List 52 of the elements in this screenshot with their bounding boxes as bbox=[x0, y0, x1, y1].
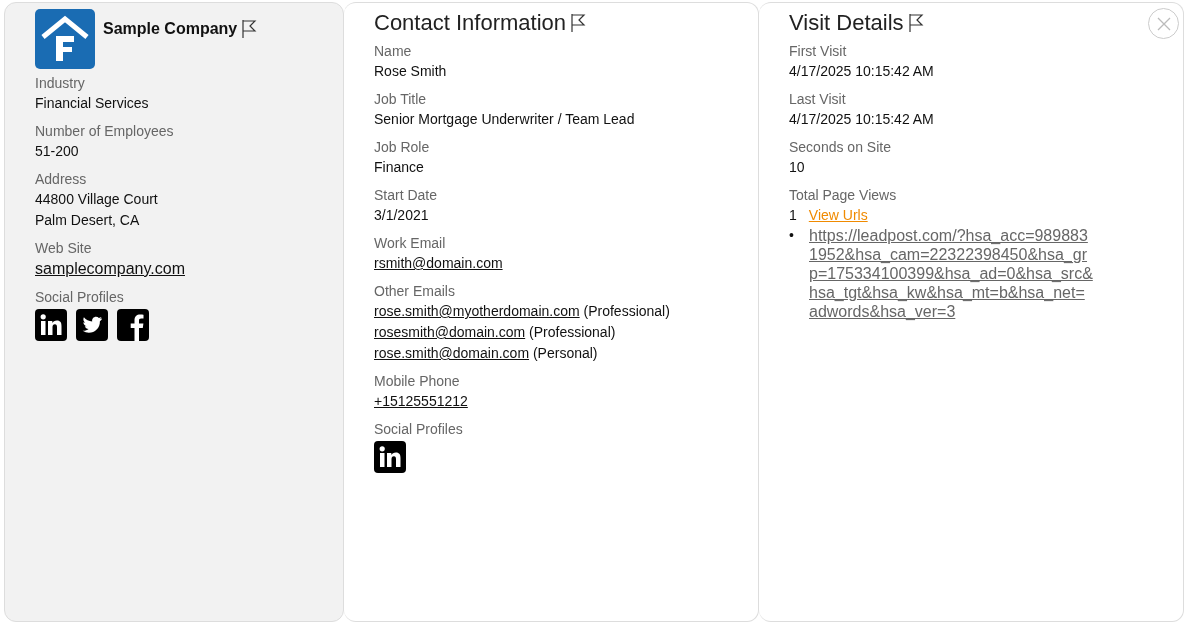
page-view-count: 1 bbox=[789, 207, 797, 223]
field-label: Address bbox=[35, 170, 88, 189]
twitter-icon[interactable] bbox=[76, 309, 108, 341]
email-type: (Professional) bbox=[529, 324, 616, 340]
field-label: Web Site bbox=[35, 239, 93, 258]
field-label: Industry bbox=[35, 74, 86, 93]
field-value: Financial Services bbox=[35, 94, 150, 113]
link[interactable]: rsmith@domain.com bbox=[374, 255, 503, 271]
link[interactable]: samplecompany.com bbox=[35, 260, 185, 277]
field-label: First Visit bbox=[789, 42, 848, 61]
field-label: Seconds on Site bbox=[789, 138, 892, 157]
field-value: 51-200 bbox=[35, 142, 80, 161]
linkedin-icon[interactable] bbox=[35, 309, 67, 341]
field-label: Job Role bbox=[374, 138, 431, 157]
field-label: Last Visit bbox=[789, 90, 847, 109]
field-label: Social Profiles bbox=[35, 288, 125, 307]
field-value: Rose Smith bbox=[374, 62, 448, 81]
flag-icon[interactable] bbox=[241, 19, 258, 39]
field-label: Number of Employees bbox=[35, 122, 175, 141]
flag-icon[interactable] bbox=[907, 13, 924, 33]
field-value: 4/17/2025 10:15:42 AM bbox=[789, 110, 935, 129]
link[interactable]: rose.smith@domain.com bbox=[374, 345, 530, 361]
linkedin-icon[interactable] bbox=[374, 441, 406, 473]
section-title: Contact Information bbox=[374, 9, 566, 37]
facebook-icon[interactable] bbox=[117, 309, 149, 341]
bullet: • bbox=[789, 226, 795, 245]
field-label: Work Email bbox=[374, 234, 447, 253]
field-label: Mobile Phone bbox=[374, 372, 461, 391]
url-link[interactable]: https://leadpost.com/?hsa_acc=9898831952&hsa_cam=22322398450&hsa_grp=175334100399&hsa_ad=0&hsa_src&hsa_tgt&hsa_kw&hsa_mt=b&hsa_net=adwords&hsa_ver=3 bbox=[809, 226, 1093, 321]
field-label: Social Profiles bbox=[374, 420, 464, 439]
field-value: 4/17/2025 10:15:42 AM bbox=[789, 62, 935, 81]
link[interactable]: rose.smith@myotherdomain.com bbox=[374, 303, 580, 319]
field-label: Start Date bbox=[374, 186, 439, 205]
link[interactable]: +15125551212 bbox=[374, 393, 468, 409]
link[interactable]: rosesmith@domain.com bbox=[374, 324, 526, 340]
field-value: 3/1/2021 bbox=[374, 206, 430, 225]
field-label: Name bbox=[374, 42, 413, 61]
email-type: (Personal) bbox=[532, 345, 598, 361]
company-name: Sample Company bbox=[103, 19, 238, 39]
field-label: Other Emails bbox=[374, 282, 456, 301]
field-value: Palm Desert, CA bbox=[35, 211, 141, 230]
close-icon bbox=[1156, 16, 1171, 31]
field-label: Total Page Views bbox=[789, 186, 898, 205]
field-value: 10 bbox=[789, 158, 806, 177]
section-title: Visit Details bbox=[789, 9, 904, 37]
field-label: Job Title bbox=[374, 90, 428, 109]
email-type: (Professional) bbox=[583, 303, 670, 319]
field-value: Finance bbox=[374, 158, 425, 177]
flag-icon[interactable] bbox=[570, 13, 586, 33]
field-value: 44800 Village Court bbox=[35, 190, 159, 209]
field-value: Senior Mortgage Underwriter / Team Lead bbox=[374, 110, 636, 129]
company-logo bbox=[35, 9, 95, 69]
